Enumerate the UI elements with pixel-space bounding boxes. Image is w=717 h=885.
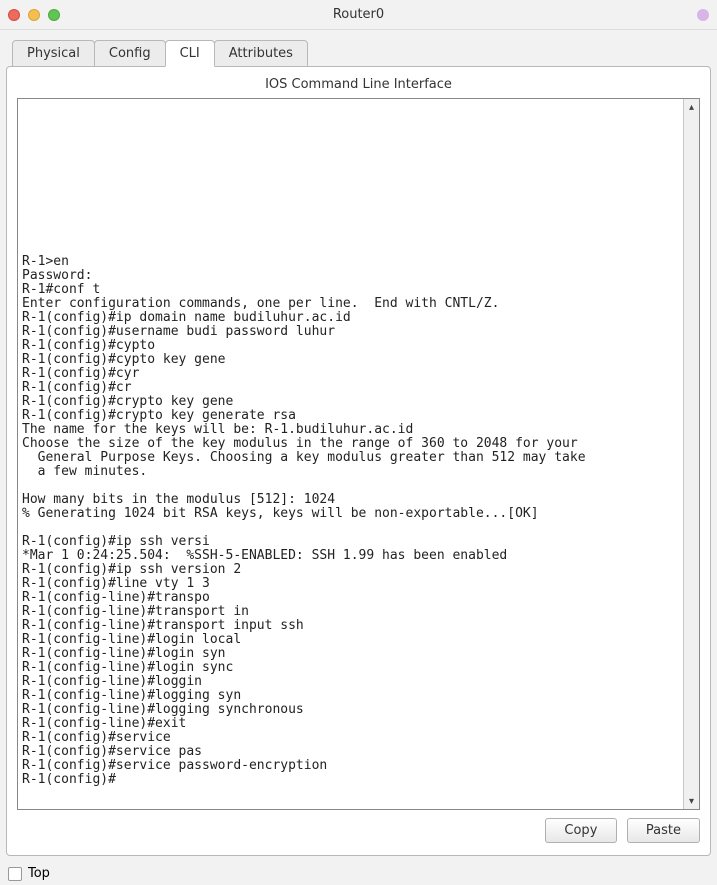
terminal-container: R-1>en Password: R-1#conf t Enter config… [17,98,700,810]
window-title: Router0 [0,7,717,22]
tab-physical[interactable]: Physical [12,40,95,67]
maximize-icon[interactable] [48,9,60,21]
paste-button[interactable]: Paste [627,818,700,843]
scroll-up-icon[interactable]: ▴ [684,99,699,115]
tab-attributes[interactable]: Attributes [214,40,308,67]
tabs: Physical Config CLI Attributes [6,40,711,67]
button-row: Copy Paste [17,818,700,843]
scroll-down-icon[interactable]: ▾ [684,793,699,809]
minimize-icon[interactable] [28,9,40,21]
window-status-icon [697,9,709,21]
tab-config[interactable]: Config [94,40,166,67]
window-controls [8,9,60,21]
bottom-bar: Top [0,862,717,885]
cli-panel: IOS Command Line Interface R-1>en Passwo… [6,66,711,856]
content-area: Physical Config CLI Attributes IOS Comma… [0,30,717,862]
close-icon[interactable] [8,9,20,21]
cli-terminal[interactable]: R-1>en Password: R-1#conf t Enter config… [18,99,683,809]
top-label: Top [28,866,50,881]
panel-title: IOS Command Line Interface [17,77,700,92]
copy-button[interactable]: Copy [545,818,617,843]
titlebar: Router0 [0,0,717,30]
terminal-scrollbar[interactable]: ▴ ▾ [683,99,699,809]
tab-cli[interactable]: CLI [165,40,215,67]
